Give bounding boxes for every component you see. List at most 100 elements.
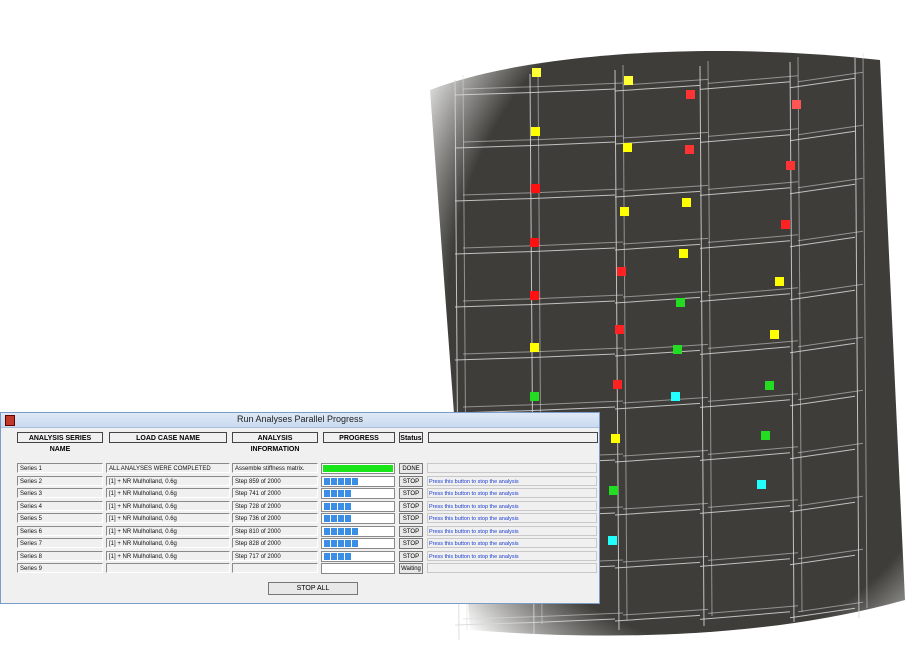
- done-button[interactable]: DONE: [399, 463, 423, 474]
- progress-segment: [331, 502, 337, 510]
- stop-button[interactable]: STOP: [399, 513, 423, 524]
- stop-button[interactable]: STOP: [399, 475, 423, 487]
- load-case-cell: [1] + NR Mulholland, 0.6g: [106, 475, 230, 486]
- series-name-cell: Series 1: [17, 463, 103, 473]
- analysis-info-cell: Step 828 of 2000: [232, 538, 318, 548]
- header-message: [428, 432, 598, 443]
- window-title: Run Analyses Parallel Progress: [236, 414, 364, 424]
- load-case-cell: [1] + NR Mulholland, 0.6g: [106, 513, 230, 523]
- analysis-info-cell: Step 741 of 2000: [232, 488, 318, 498]
- progress-segment: [338, 552, 344, 560]
- header-progress: PROGRESS: [323, 432, 395, 443]
- progress-segment: [324, 527, 330, 535]
- header-series: ANALYSIS SERIES NAME: [17, 432, 103, 453]
- series-name-cell: Series 5: [17, 513, 103, 523]
- progress-bar: [321, 463, 395, 474]
- hint-text: Press this button to stop the analysis: [427, 475, 597, 486]
- load-case-cell: [1] + NR Mulholland, 0.6g: [106, 525, 230, 536]
- header-info: ANALYSIS INFORMATION: [232, 432, 318, 453]
- analysis-info-cell: Step 717 of 2000: [232, 550, 318, 561]
- progress-segment: [352, 540, 358, 547]
- progress-segment: [338, 477, 344, 485]
- analysis-info-cell: [232, 563, 318, 573]
- progress-segment: [345, 527, 351, 535]
- hint-text: Press this button to stop the analysis: [427, 513, 597, 523]
- stop-all-button[interactable]: STOP ALL: [268, 582, 358, 595]
- load-case-cell: [1] + NR Mulholland, 0.6g: [106, 500, 230, 511]
- progress-bar: [321, 525, 395, 537]
- stop-button[interactable]: STOP: [399, 525, 423, 537]
- progress-segment: [331, 527, 337, 535]
- progress-segment: [345, 490, 351, 497]
- progress-segment: [352, 477, 358, 485]
- progress-bar: [321, 563, 395, 574]
- stop-button[interactable]: STOP: [399, 538, 423, 549]
- node-marker: [613, 380, 622, 389]
- node-marker: [770, 330, 779, 339]
- series-name-cell: Series 3: [17, 488, 103, 498]
- node-marker: [615, 325, 624, 334]
- analysis-info-cell: Step 736 of 2000: [232, 513, 318, 523]
- node-marker: [676, 298, 685, 307]
- title-bar: Run Analyses Parallel Progress: [1, 413, 599, 428]
- progress-segment: [338, 540, 344, 547]
- series-name-cell: Series 4: [17, 500, 103, 511]
- progress-segment: [338, 515, 344, 522]
- node-marker: [530, 291, 539, 300]
- progress-segment: [345, 515, 351, 522]
- progress-bar: [321, 488, 395, 499]
- series-name-cell: Series 7: [17, 538, 103, 548]
- hint-text: Press this button to stop the analysis: [427, 525, 597, 536]
- progress-segment: [324, 552, 330, 560]
- header-load-case: LOAD CASE NAME: [109, 432, 227, 443]
- progress-bar: [321, 500, 395, 512]
- load-case-cell: [1] + NR Mulholland, 0.6g: [106, 538, 230, 548]
- progress-bar: [321, 513, 395, 524]
- node-marker: [671, 392, 680, 401]
- analysis-info-cell: Step 728 of 2000: [232, 500, 318, 511]
- stop-button[interactable]: STOP: [399, 488, 423, 499]
- analysis-info-cell: Step 810 of 2000: [232, 525, 318, 536]
- stop-button[interactable]: STOP: [399, 550, 423, 562]
- progress-segment: [331, 515, 337, 522]
- load-case-cell: [106, 563, 230, 573]
- progress-segment: [324, 515, 330, 522]
- progress-fill: [323, 465, 393, 472]
- progress-bar: [321, 475, 395, 487]
- progress-segment: [331, 490, 337, 497]
- progress-segment: [345, 502, 351, 510]
- hint-text: [427, 463, 597, 473]
- progress-segment: [352, 527, 358, 535]
- hint-text: Press this button to stop the analysis: [427, 550, 597, 561]
- progress-segment: [345, 552, 351, 560]
- load-case-cell: ALL ANALYSES WERE COMPLETED: [106, 463, 230, 473]
- hint-text: Press this button to stop the analysis: [427, 538, 597, 548]
- progress-segment: [331, 477, 337, 485]
- progress-segment: [338, 527, 344, 535]
- progress-segment: [345, 540, 351, 547]
- load-case-cell: [1] + NR Mulholland, 0.6g: [106, 550, 230, 561]
- stop-button[interactable]: STOP: [399, 500, 423, 512]
- node-marker: [608, 536, 617, 545]
- waiting-button[interactable]: Waiting: [399, 563, 423, 574]
- node-marker: [530, 392, 539, 401]
- progress-segment: [331, 540, 337, 547]
- node-marker: [530, 343, 539, 352]
- progress-segment: [331, 552, 337, 560]
- series-name-cell: Series 2: [17, 475, 103, 486]
- hint-text: Press this button to stop the analysis: [427, 500, 597, 511]
- analysis-info-cell: Step 859 of 2000: [232, 475, 318, 486]
- node-marker: [673, 345, 682, 354]
- node-marker: [611, 434, 620, 443]
- series-name-cell: Series 8: [17, 550, 103, 561]
- node-marker: [757, 480, 766, 489]
- progress-segment: [324, 540, 330, 547]
- parallel-progress-dialog: Run Analyses Parallel Progress ANALYSIS …: [0, 412, 600, 604]
- progress-segment: [324, 502, 330, 510]
- node-marker: [761, 431, 770, 440]
- hint-text: Press this button to stop the analysis: [427, 488, 597, 498]
- progress-bar: [321, 538, 395, 549]
- node-marker: [679, 249, 688, 258]
- node-marker: [609, 486, 618, 495]
- node-marker: [617, 267, 626, 276]
